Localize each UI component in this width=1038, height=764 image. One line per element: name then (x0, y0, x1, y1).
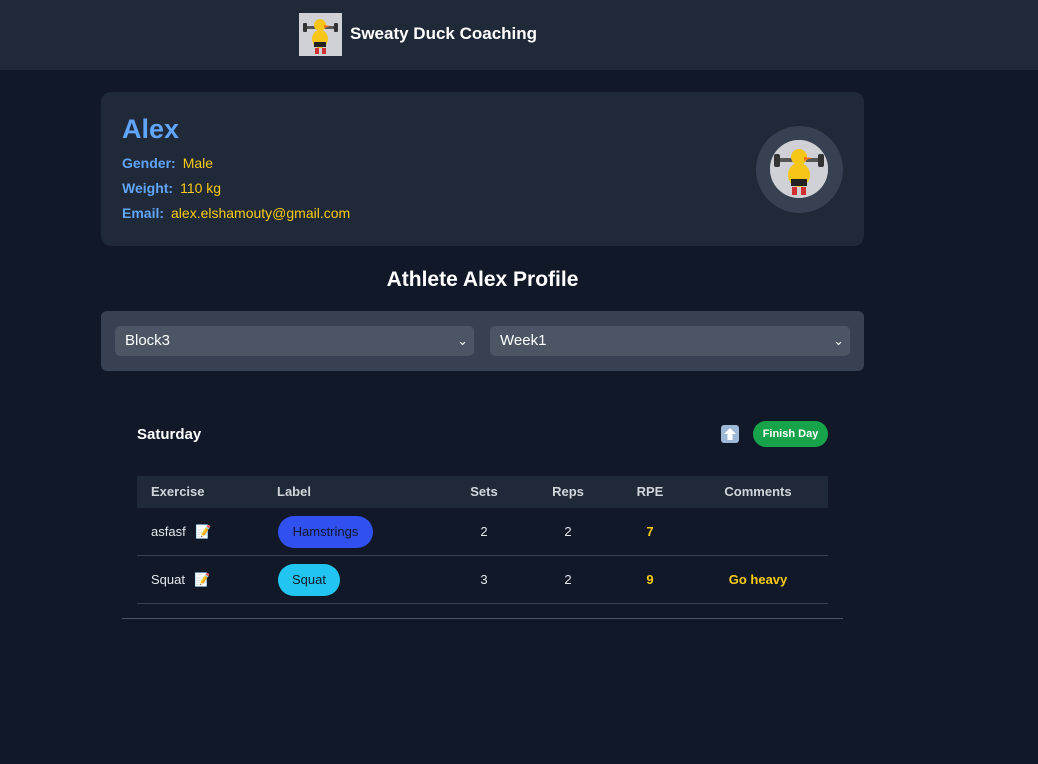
gender-value: Male (182, 155, 214, 171)
week-select[interactable]: Week1 ⌄ (490, 326, 850, 356)
table-header: Exercise Label Sets Reps RPE Comments (137, 476, 828, 508)
column-header-reps: Reps (552, 484, 584, 499)
label-badge: Hamstrings (278, 516, 373, 548)
exercise-name: Squat (151, 572, 185, 587)
rpe-value: 9 (646, 572, 654, 587)
athlete-name: Alex (122, 114, 180, 144)
page-title: Athlete Alex Profile (386, 268, 579, 291)
duck-logo-icon (299, 12, 342, 56)
rpe-value: 7 (646, 524, 654, 539)
email-row: Email: alex.elshamouty@gmail.com (122, 205, 350, 221)
exercise-table: Exercise Label Sets Reps RPE Comments as… (137, 476, 828, 604)
brand[interactable]: Sweaty Duck Coaching (299, 12, 537, 56)
column-header-exercise: Exercise (151, 484, 205, 499)
gender-row: Gender: Male (122, 155, 213, 171)
table-row: asfasf 📝 Hamstrings 2 2 7 (137, 508, 828, 556)
sets-value: 2 (480, 524, 488, 539)
section-divider (122, 618, 843, 619)
label-badge: Squat (278, 564, 340, 596)
weight-row: Weight: 110 kg (122, 180, 221, 196)
block-week-selector-bar: Block3 ⌄ Week1 ⌄ (101, 311, 864, 371)
top-navbar: Sweaty Duck Coaching (0, 0, 1038, 70)
brand-title: Sweaty Duck Coaching (350, 24, 538, 43)
exercise-name: asfasf (151, 524, 186, 539)
chevron-down-icon: ⌄ (457, 333, 468, 348)
block-select[interactable]: Block3 ⌄ (115, 326, 474, 356)
comment-value: Go heavy (728, 572, 788, 587)
reps-value: 2 (564, 524, 572, 539)
edit-note-icon[interactable]: 📝 (195, 524, 211, 540)
week-select-value: Week1 (500, 332, 547, 349)
day-title: Saturday (137, 426, 202, 443)
weight-value: 110 kg (180, 180, 222, 196)
weight-label: Weight: (122, 180, 174, 196)
email-value: alex.elshamouty@gmail.com (171, 205, 351, 221)
gender-label: Gender: (122, 155, 176, 171)
finish-day-button[interactable]: Finish Day (753, 421, 828, 447)
column-header-comments: Comments (724, 484, 792, 499)
table-row: Squat 📝 Squat 3 2 9 Go heavy (137, 556, 828, 604)
sets-value: 3 (480, 572, 488, 587)
avatar (756, 126, 843, 213)
column-header-label: Label (277, 484, 311, 499)
edit-note-icon[interactable]: 📝 (194, 572, 210, 588)
email-label: Email: (122, 205, 165, 221)
upload-button[interactable] (721, 425, 739, 443)
column-header-sets: Sets (470, 484, 498, 499)
reps-value: 2 (564, 572, 572, 587)
column-header-rpe: RPE (636, 484, 664, 499)
block-select-value: Block3 (125, 332, 171, 349)
up-arrow-icon (724, 428, 736, 440)
chevron-down-icon: ⌄ (833, 333, 844, 348)
athlete-profile-card: Alex Gender: Male Weight: 110 kg Email: … (101, 92, 864, 246)
duck-avatar-icon (770, 140, 828, 198)
